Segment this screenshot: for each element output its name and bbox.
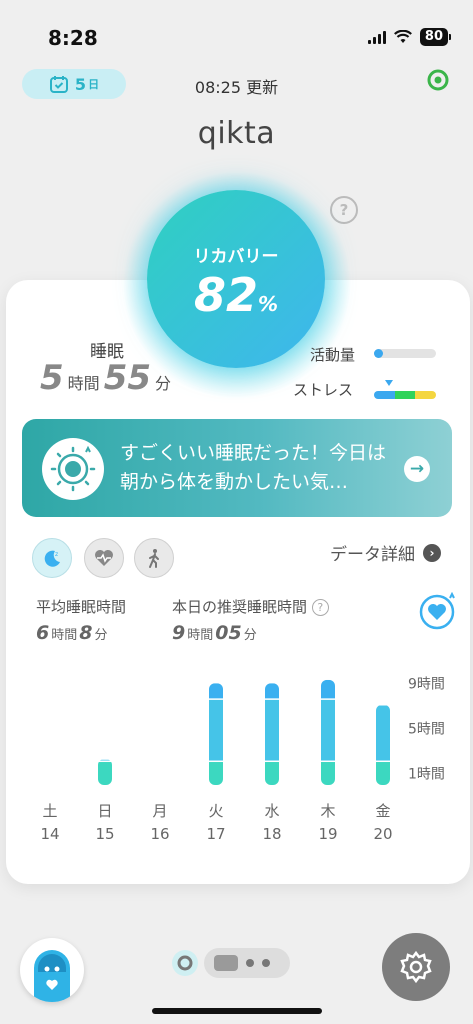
- updated-time: 08:25 更新: [194, 78, 279, 97]
- sleep-bar-chart: 1時間 5時間 9時間土 14 日 15 月 16 火 17 水 18 木 19 金 20: [40, 676, 445, 843]
- walking-icon: [149, 549, 159, 568]
- tab-sleep[interactable]: z: [32, 538, 72, 578]
- x-tick-date: 16: [150, 825, 169, 843]
- page-indicator[interactable]: [172, 948, 290, 978]
- svg-text:z: z: [55, 551, 58, 558]
- x-tick-date: 15: [95, 825, 114, 843]
- recovery-label: リカバリー: [193, 247, 279, 267]
- x-tick-weekday: 土: [42, 802, 57, 820]
- chart-bar[interactable]: [209, 683, 223, 785]
- x-tick-weekday: 金: [375, 802, 390, 820]
- home-indicator[interactable]: [152, 1008, 322, 1014]
- page-indicator-dot: [246, 959, 254, 967]
- status-time: 8:28: [48, 26, 98, 50]
- stress-segment-mid: [394, 391, 416, 399]
- chart-bar-segment: [209, 683, 223, 700]
- chart-bar[interactable]: [265, 683, 279, 785]
- x-tick-date: 19: [318, 825, 337, 843]
- y-tick-label: 1時間: [408, 767, 445, 783]
- activity-label: 活動量: [310, 346, 356, 364]
- sleep-minutes: 55: [103, 358, 152, 398]
- page-indicator-dot: [262, 959, 270, 967]
- chart-bar[interactable]: [376, 704, 390, 785]
- stress-segment-high: [415, 391, 436, 399]
- recovery-value: 82%: [147, 268, 325, 322]
- recovery-score-circle[interactable]: リカバリー 82%: [147, 190, 325, 368]
- chart-bar-segment: [209, 699, 223, 762]
- gear-icon: [400, 950, 432, 984]
- page-indicator-current: [214, 955, 238, 971]
- chart-bar-segment: [321, 679, 335, 700]
- x-tick-weekday: 月: [152, 802, 167, 820]
- heart-ring-icon[interactable]: [418, 592, 456, 630]
- stress-level-bar: [374, 391, 436, 399]
- chart-bar-segment: [98, 761, 112, 785]
- chart-bar-segment: [376, 761, 390, 785]
- ring-page-icon[interactable]: [172, 950, 198, 976]
- sleep-sun-icon: [42, 438, 104, 500]
- recommended-sleep-label-row: 本日の推奨睡眠時間 ?: [172, 596, 329, 617]
- chart-bar-segment: [265, 761, 279, 785]
- average-sleep-label: 平均睡眠時間: [36, 598, 127, 616]
- chart-bar-segment: [321, 761, 335, 785]
- chart-bar[interactable]: [321, 679, 335, 785]
- heart-pulse-icon: [95, 550, 113, 566]
- x-tick-date: 18: [262, 825, 281, 843]
- battery-indicator: 80: [419, 28, 448, 46]
- x-tick-date: 17: [206, 825, 225, 843]
- recommended-sleep-label: 本日の推奨睡眠時間: [172, 598, 308, 616]
- chart-bar-segment: [265, 683, 279, 700]
- x-tick-date: 20: [373, 825, 392, 843]
- sleep-hours-unit: 時間: [67, 374, 100, 393]
- data-detail-label: データ詳細: [330, 545, 415, 565]
- settings-button[interactable]: [382, 933, 450, 1001]
- stress-label: ストレス: [293, 381, 354, 399]
- arrow-right-icon: ›: [423, 543, 441, 562]
- data-detail-link[interactable]: データ詳細 ›: [330, 540, 441, 565]
- question-icon[interactable]: ?: [311, 599, 329, 616]
- stress-marker: [385, 380, 393, 386]
- sleep-hours: 5: [40, 358, 64, 398]
- banner-message: すごくいい睡眠だった！今日は朝から体を動かしたい気…: [120, 442, 387, 493]
- ring-connection-icon[interactable]: [427, 69, 449, 91]
- x-tick-weekday: 水: [264, 802, 279, 820]
- y-tick-label: 9時間: [408, 676, 445, 692]
- help-icon[interactable]: ?: [330, 196, 358, 224]
- cellular-signal-icon: [367, 30, 386, 44]
- wifi-icon: [393, 30, 412, 43]
- x-tick-weekday: 木: [320, 802, 335, 820]
- y-tick-label: 5時間: [408, 722, 445, 738]
- username: qikta: [197, 116, 276, 151]
- tab-heart[interactable]: [84, 538, 124, 578]
- chart-bar-segment: [265, 699, 279, 762]
- x-tick-weekday: 火: [208, 802, 223, 820]
- battery-tip: [449, 34, 451, 40]
- activity-level-fill: [374, 349, 383, 358]
- x-tick-date: 14: [40, 825, 59, 843]
- stress-segment-low: [374, 391, 395, 399]
- recovery-number: 82: [193, 268, 258, 322]
- x-tick-weekday: 日: [97, 802, 112, 820]
- sleep-duration: 5 時間 55 分: [40, 358, 175, 398]
- chart-bar-segment: [209, 761, 223, 785]
- avatar[interactable]: [20, 938, 84, 1002]
- moon-sleep-icon: z: [44, 550, 60, 567]
- activity-level-bar: [374, 349, 436, 358]
- tab-activity[interactable]: [134, 538, 174, 578]
- recovery-unit: %: [257, 292, 279, 316]
- arrow-right-icon[interactable]: →: [404, 456, 430, 482]
- chart-bar-segment: [376, 704, 390, 762]
- sleep-minutes-unit: 分: [155, 374, 172, 393]
- chart-bar[interactable]: [98, 758, 112, 785]
- sleep-comment-banner[interactable]: すごくいい睡眠だった！今日は朝から体を動かしたい気… →: [22, 419, 452, 517]
- chart-bar-segment: [321, 699, 335, 762]
- page-dots[interactable]: [204, 948, 290, 978]
- status-icons: 80: [367, 28, 451, 46]
